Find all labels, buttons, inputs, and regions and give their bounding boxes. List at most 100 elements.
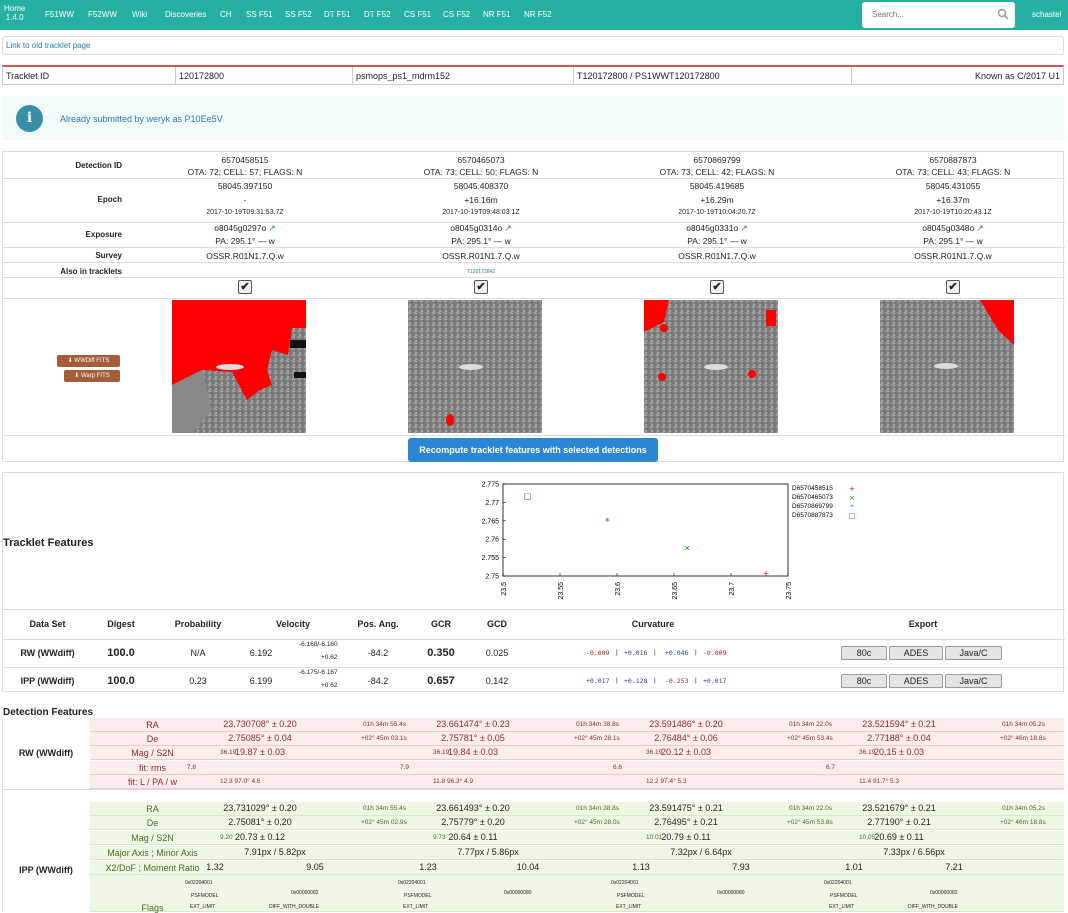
detections-table: Detection ID Epoch Exposure Survey Also … (2, 151, 1065, 462)
search-icon[interactable] (997, 8, 1009, 20)
survey-value: OSSR.R01N1.7.Q.w (678, 251, 756, 261)
header-export: Export (908, 619, 938, 629)
header-gcd: GCD (487, 619, 507, 629)
y-tick-label: 2.765 (481, 518, 499, 525)
scatter-point: × (684, 543, 691, 552)
header-pos-ang: Pos. Ang. (357, 619, 399, 629)
row-data-set: RW (WWdiff) (20, 648, 75, 658)
s2n-value: 9.73 (433, 834, 446, 841)
detection-feature-row: Mag / S2N 19.87 ± 0.03 19.84 ± 0.03 20.12 ±… (90, 746, 1064, 760)
fit-lpaw-value: 12.3 97.0° 4.6 (220, 778, 261, 785)
old-tracklet-link[interactable]: Link to old tracklet page (6, 41, 91, 50)
export-javac-button[interactable]: Java/C (945, 646, 1002, 660)
tracklet-position-chart: 23.5 23.55 23.6 23.65 23.7 23.75 2.775 2.77 2.76… (481, 482, 856, 600)
label-survey: Survey (95, 251, 122, 260)
nav-item-ss-f51[interactable]: SS F51 (246, 10, 273, 19)
exposure-link[interactable]: o8045g0348o (922, 223, 974, 233)
legend-marker: □ (849, 512, 856, 520)
external-link-icon[interactable]: ↗ (504, 223, 512, 233)
flag1-ext: EXT_LIMIT (616, 904, 642, 910)
detection-select-checkbox[interactable]: ✔ (946, 280, 960, 294)
flag2-value: 0x00000082 (930, 890, 958, 896)
nav-item-cs-f52[interactable]: CS F52 (443, 10, 470, 19)
detection-feature-row: RA 23.730708° ± 0.20 23.661474° ± 0.23 23.5… (90, 718, 1064, 732)
curvature-separator: | (695, 677, 697, 684)
warp-fits-label: Warp FITS (80, 373, 110, 379)
nav-item-dt-f51[interactable]: DT F51 (324, 10, 351, 19)
old-tracklet-link-box: Link to old tracklet page (2, 36, 1064, 55)
row-gcd: 0.142 (485, 676, 509, 686)
exposure-link[interactable]: o8045g0331o (686, 223, 738, 233)
x-tick-label: 23.7 (729, 582, 736, 596)
also-in-tracklet-link[interactable]: T120173842 (363, 269, 599, 275)
s2n-value: 10.01 (646, 834, 663, 841)
nav-item-f52ww[interactable]: F52WW (88, 10, 117, 19)
epoch-mjd: 58045.408370 (453, 181, 509, 191)
nav-version: 1.4.0 (5, 13, 24, 22)
tracklet-features-panel: Tracklet Features 23.5 23.55 23.6 23.65 23.7… (2, 472, 1065, 692)
detection-feature-row: fit: L / PA / w 12.3 97.0° 4.6 11.8 96.3° … (90, 775, 1064, 789)
de-dms-value: +02° 46m 18.8s (1000, 819, 1046, 826)
external-link-icon[interactable]: ↗ (740, 223, 748, 233)
detection-select-checkbox[interactable]: ✔ (238, 280, 252, 294)
nav-item-nr-f51[interactable]: NR F51 (483, 10, 511, 19)
row-velocity-components: -6.175/-6.167 (299, 669, 338, 676)
recompute-button[interactable]: Recompute tracklet features with selecte… (408, 438, 658, 462)
external-link-icon[interactable]: ↗ (268, 223, 276, 233)
nav-item-cs-f51[interactable]: CS F51 (404, 10, 431, 19)
export-ades-button[interactable]: ADES (889, 646, 943, 660)
stamp-image-1 (172, 300, 306, 433)
detection-select-checkbox[interactable]: ✔ (710, 280, 724, 294)
exposure-link[interactable]: o8045g0297o (214, 223, 266, 233)
export-ades-button[interactable]: ADES (889, 674, 943, 688)
legend-label: D6570869799 (792, 503, 833, 510)
detection-id-value: 6570887873 (929, 155, 977, 165)
ra-hms-value: 01h 34m 22.0s (789, 721, 833, 728)
detection-select-checkbox[interactable]: ✔ (474, 280, 488, 294)
nav-item-nr-f52[interactable]: NR F52 (524, 10, 552, 19)
y-tick-label: 2.75 (485, 574, 499, 581)
divider (3, 667, 1065, 668)
nav-item-ss-f52[interactable]: SS F52 (285, 10, 312, 19)
mag-value: 19.87 ± 0.03 (235, 747, 285, 757)
warp-fits-button[interactable]: ⬇ Warp FITS (64, 370, 120, 382)
detection-stamp-3 (644, 300, 778, 433)
ra-hms-value: 01h 34m 38.8s (576, 721, 620, 728)
nav-item-ch[interactable]: CH (220, 10, 232, 19)
search-input[interactable] (870, 2, 990, 26)
epoch-mjd: 58045.397150 (217, 181, 273, 191)
row-probability: 0.23 (189, 676, 207, 686)
nav-item-wiki[interactable]: Wiki (132, 10, 147, 19)
nav-item-dt-f52[interactable]: DT F52 (364, 10, 391, 19)
legend-label: D6570458515 (792, 485, 833, 492)
external-link-icon[interactable]: ↗ (976, 223, 984, 233)
feature-label: Major Axis ; Minor Axis (107, 848, 198, 858)
nav-user-link[interactable]: schastel (1032, 10, 1061, 19)
export-80c-button[interactable]: 80c (841, 674, 887, 688)
exposure-cell: o8045g0297o ↗ (127, 223, 363, 234)
submitted-alert: i Already submitted by weryk as P10Ee5V (2, 96, 1064, 140)
moment-ratio-value: 7.93 (732, 862, 750, 872)
curvature-separator: | (654, 677, 656, 684)
detection-id-value: 6570465073 (457, 155, 505, 165)
nav-home-link[interactable]: Home 1.4.0 (4, 4, 25, 22)
tracklet-known-as: Known as C/2017 U1 (851, 67, 1063, 85)
wwdiff-fits-button[interactable]: ⬇ WWDiff FITS (57, 355, 120, 367)
axis-value: 7.91px / 5.82px (244, 847, 306, 857)
mag-value: 20.73 ± 0.12 (235, 832, 285, 842)
survey-value: OSSR.R01N1.7.Q.w (442, 251, 520, 261)
de-value: 2.76495° ± 0.21 (654, 817, 718, 827)
divider (2, 789, 1064, 790)
exposure-pa: PA: 295.1° — w (687, 236, 747, 246)
row-data-set: IPP (WWdiff) (20, 676, 75, 686)
de-dms-value: +02° 45m 02.9s (361, 819, 407, 826)
ra-value: 23.521679° ± 0.21 (862, 803, 936, 813)
label-exposure: Exposure (85, 230, 122, 239)
export-javac-button[interactable]: Java/C (945, 674, 1002, 688)
nav-item-discoveries[interactable]: Discoveries (165, 10, 206, 19)
curvature-value: +0.128 (624, 677, 648, 685)
export-80c-button[interactable]: 80c (841, 646, 887, 660)
exposure-link[interactable]: o8045g0314o (450, 223, 502, 233)
nav-item-f51ww[interactable]: F51WW (45, 10, 74, 19)
row-velocity-offset: +0.62 (321, 682, 338, 689)
